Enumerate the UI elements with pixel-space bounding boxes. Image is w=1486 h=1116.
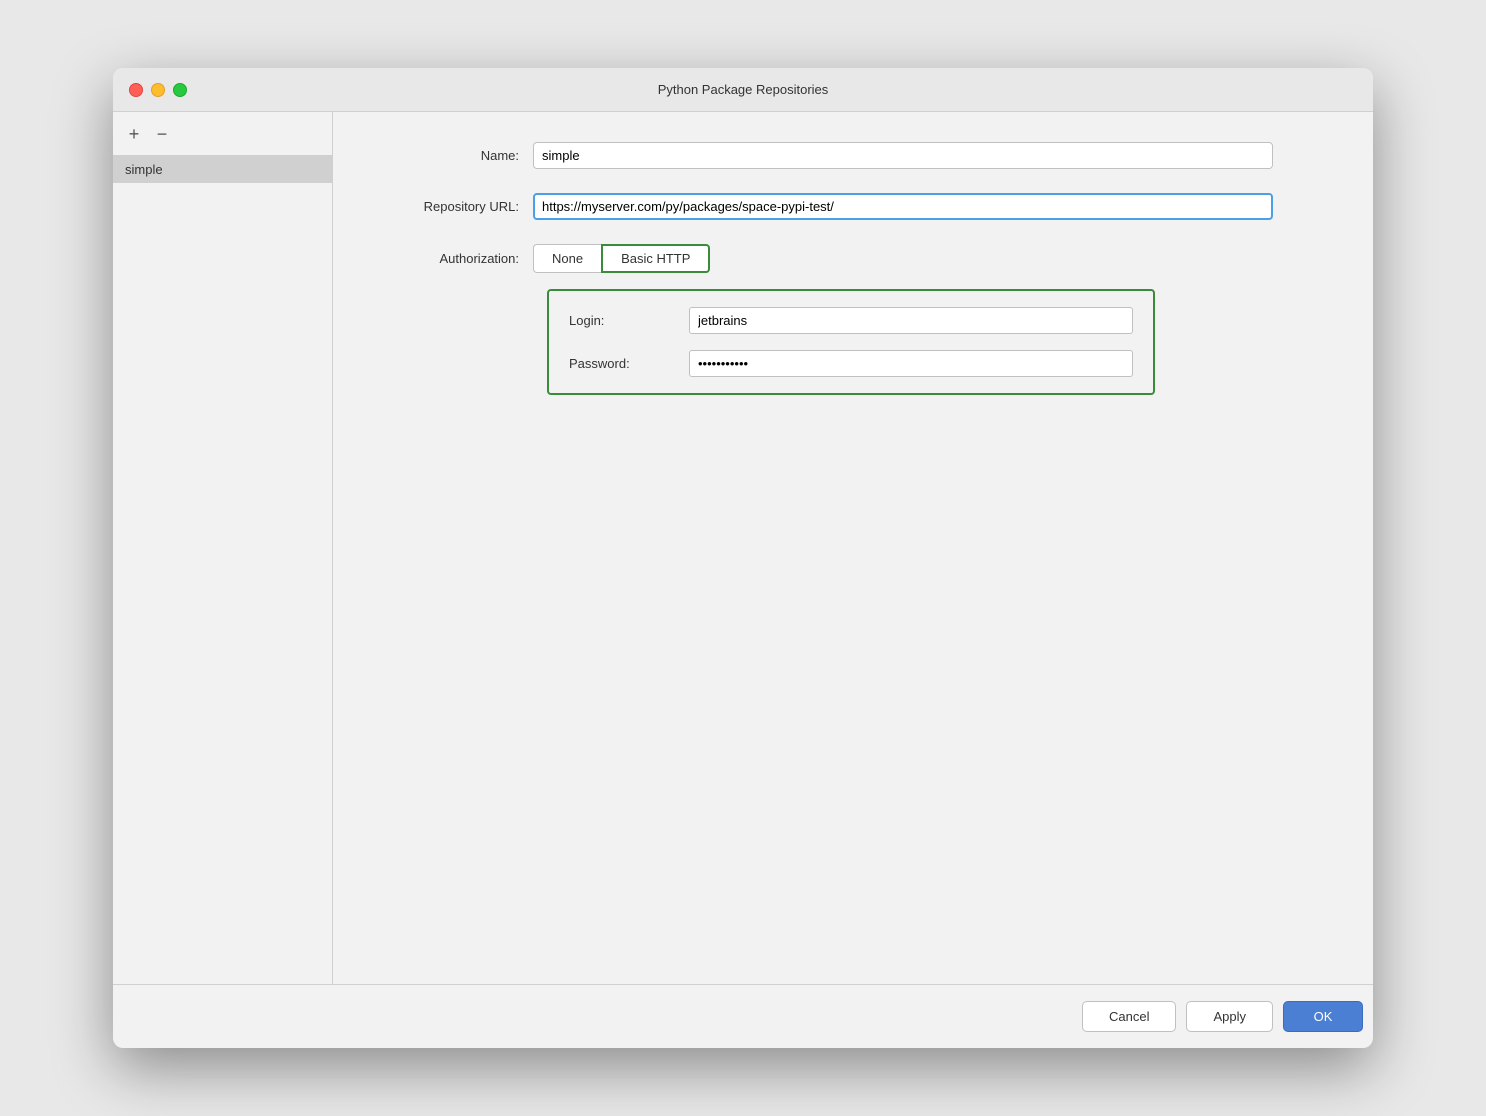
auth-none-button[interactable]: None xyxy=(533,244,601,273)
title-bar: Python Package Repositories xyxy=(113,68,1373,112)
auth-row: Authorization: None Basic HTTP xyxy=(373,244,1333,273)
login-row: Login: xyxy=(569,307,1133,334)
maximize-button[interactable] xyxy=(173,83,187,97)
auth-buttons: None Basic HTTP xyxy=(533,244,710,273)
sidebar: + − simple xyxy=(113,112,333,984)
password-label: Password: xyxy=(569,356,689,371)
minimize-button[interactable] xyxy=(151,83,165,97)
password-row: Password: xyxy=(569,350,1133,377)
remove-repo-button[interactable]: − xyxy=(151,123,173,145)
repo-list: simple xyxy=(113,156,332,984)
main-panel: Name: Repository URL: Authorization: Non… xyxy=(333,112,1373,984)
add-repo-button[interactable]: + xyxy=(123,123,145,145)
password-input[interactable] xyxy=(689,350,1133,377)
login-input[interactable] xyxy=(689,307,1133,334)
window-body: + − simple Name: Repository URL: xyxy=(113,112,1373,984)
close-button[interactable] xyxy=(129,83,143,97)
auth-section: Login: Password: xyxy=(547,289,1155,395)
repo-url-input[interactable] xyxy=(533,193,1273,220)
traffic-lights xyxy=(129,83,187,97)
name-input[interactable] xyxy=(533,142,1273,169)
sidebar-toolbar: + − xyxy=(113,112,332,156)
window-title: Python Package Repositories xyxy=(658,82,829,97)
name-label: Name: xyxy=(373,148,533,163)
apply-button[interactable]: Apply xyxy=(1186,1001,1273,1032)
sidebar-item-simple[interactable]: simple xyxy=(113,156,332,183)
auth-basic-button[interactable]: Basic HTTP xyxy=(601,244,710,273)
ok-button[interactable]: OK xyxy=(1283,1001,1363,1032)
auth-credentials-wrapper: Login: Password: xyxy=(547,289,1333,395)
cancel-button[interactable]: Cancel xyxy=(1082,1001,1176,1032)
auth-label: Authorization: xyxy=(373,251,533,266)
main-window: Python Package Repositories + − simple N… xyxy=(113,68,1373,1048)
login-label: Login: xyxy=(569,313,689,328)
footer: Cancel Apply OK xyxy=(113,984,1373,1048)
name-row: Name: xyxy=(373,142,1333,169)
repo-url-row: Repository URL: xyxy=(373,193,1333,220)
repo-url-label: Repository URL: xyxy=(373,199,533,214)
form-section: Name: Repository URL: Authorization: Non… xyxy=(373,142,1333,954)
